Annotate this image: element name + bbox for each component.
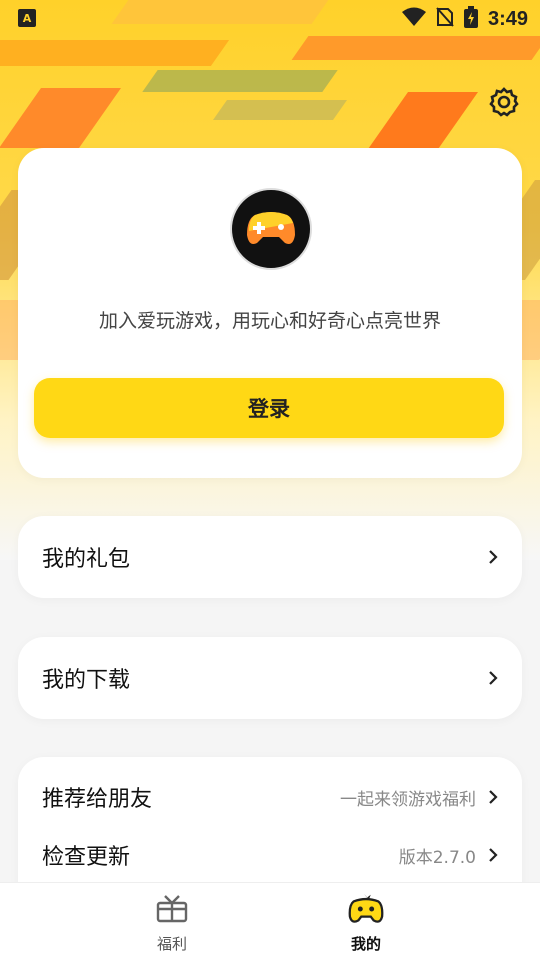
login-card: 加入爱玩游戏，用玩心和好奇心点亮世界 登录 xyxy=(18,148,522,478)
chevron-right-icon xyxy=(486,671,500,685)
avatar[interactable] xyxy=(230,188,312,270)
bottom-tab-bar: 福利 我的 xyxy=(0,882,540,961)
recommend-item[interactable]: 推荐给朋友 一起来领游戏福利 xyxy=(18,769,522,825)
check-update-item[interactable]: 检查更新 版本2.7.0 xyxy=(18,827,522,883)
clock: 3:49 xyxy=(487,7,528,30)
gift-icon xyxy=(154,891,190,927)
wifi-icon xyxy=(401,7,426,31)
chevron-right-icon xyxy=(486,790,500,804)
my-gifts-item[interactable]: 我的礼包 xyxy=(18,516,522,598)
login-button[interactable]: 登录 xyxy=(34,378,504,438)
version-text: 版本2.7.0 xyxy=(398,847,476,868)
gamepad-mascot-icon xyxy=(348,891,384,927)
tab-mine-label: 我的 xyxy=(350,935,381,953)
chevron-right-icon xyxy=(486,550,500,564)
settings-list-card: 推荐给朋友 一起来领游戏福利 检查更新 版本2.7.0 xyxy=(18,757,522,897)
my-downloads-item[interactable]: 我的下载 xyxy=(18,637,522,719)
tab-welfare-label: 福利 xyxy=(156,935,187,953)
my-gifts-label: 我的礼包 xyxy=(42,547,131,572)
slogan-text: 加入爱玩游戏，用玩心和好奇心点亮世界 xyxy=(98,310,441,332)
recommend-subtitle: 一起来领游戏福利 xyxy=(340,789,476,810)
app-notification-icon: A xyxy=(18,9,36,27)
my-downloads-label: 我的下载 xyxy=(42,668,131,693)
gamepad-logo-icon xyxy=(247,212,295,244)
settings-gear-icon[interactable] xyxy=(486,84,522,120)
chevron-right-icon xyxy=(486,848,500,862)
status-bar: A 3:49 xyxy=(0,0,540,38)
recommend-label: 推荐给朋友 xyxy=(42,787,153,812)
check-update-label: 检查更新 xyxy=(42,845,131,870)
tab-mine[interactable]: 我的 xyxy=(306,883,426,961)
battery-charging-icon xyxy=(463,6,478,32)
tab-welfare[interactable]: 福利 xyxy=(112,883,232,961)
no-sim-icon xyxy=(436,7,454,31)
